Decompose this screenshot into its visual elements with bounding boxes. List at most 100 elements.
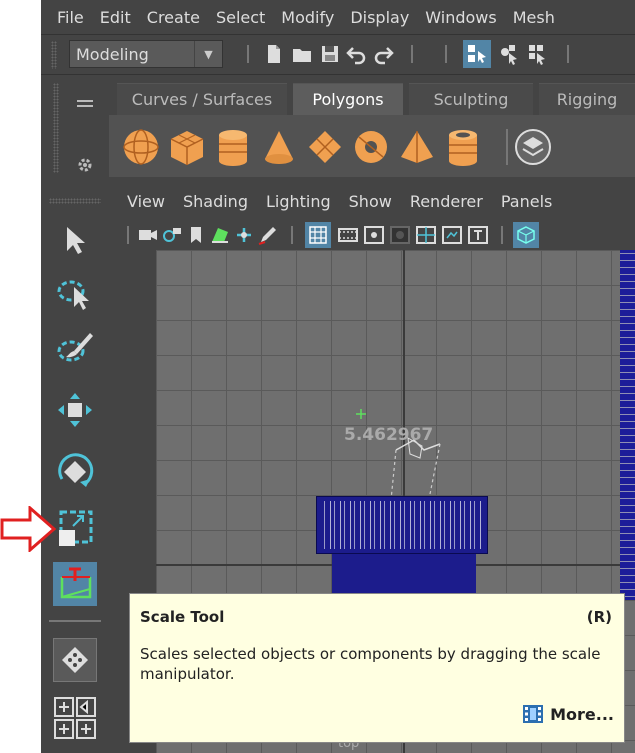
gear-icon[interactable] (77, 157, 93, 173)
save-icon[interactable] (319, 43, 341, 65)
divider-icon (501, 226, 503, 244)
poly-sphere-icon[interactable] (121, 127, 161, 167)
divider-icon (127, 226, 129, 244)
camera-icon[interactable] (137, 224, 159, 246)
mode-selector[interactable]: Modeling ▼ (69, 40, 223, 68)
poly-pipe-icon[interactable] (443, 127, 483, 167)
poly-pyramid-icon[interactable] (397, 127, 437, 167)
quick-layout-button[interactable] (53, 638, 97, 682)
menu-file[interactable]: File (41, 8, 92, 27)
vp-menu-view[interactable]: View (113, 192, 174, 211)
mesh-object-base[interactable] (332, 554, 476, 594)
move-tool-button[interactable] (53, 388, 97, 432)
scale-tool-tooltip: Scale Tool (R) Scales selected objects o… (129, 593, 625, 743)
divider-icon (567, 45, 569, 63)
grid-toggle-button[interactable] (305, 222, 331, 248)
bookmark-icon[interactable] (185, 224, 207, 246)
polygons-shelf (109, 115, 635, 177)
red-arrow-indicator-icon (0, 506, 56, 552)
shelf-side-controls (71, 83, 99, 173)
poly-torus-icon[interactable] (351, 127, 391, 167)
divider-icon (411, 45, 413, 63)
toolbox (41, 184, 109, 753)
2d-pan-zoom-icon[interactable] (233, 224, 255, 246)
poly-cylinder-icon[interactable] (213, 127, 253, 167)
shelf-grip[interactable] (53, 83, 59, 173)
tooltip-description: Scales selected objects or components by… (140, 645, 601, 683)
select-component-icon[interactable] (527, 43, 549, 65)
poly-cone-icon[interactable] (259, 127, 299, 167)
tweak-tool-icon (60, 567, 92, 599)
tooltip-title: Scale Tool (140, 608, 225, 626)
toolbar-grip[interactable] (51, 41, 57, 69)
image-plane-icon[interactable] (209, 224, 231, 246)
menu-mesh[interactable]: Mesh (505, 8, 563, 27)
camera-attributes-icon[interactable] (161, 224, 183, 246)
undo-icon[interactable] (345, 43, 367, 65)
arrow-cursor-icon (67, 227, 85, 254)
poly-plane-icon[interactable] (305, 127, 345, 167)
vp-menu-renderer[interactable]: Renderer (401, 192, 492, 211)
shelf-area: Curves / Surfaces Polygons Sculpting Rig… (41, 74, 635, 180)
tooltip-shortcut: (R) (586, 608, 612, 626)
tooltip-more-link[interactable]: More... (522, 704, 614, 724)
safe-action-icon[interactable] (441, 224, 463, 246)
isolate-select-button[interactable] (513, 222, 539, 248)
toolbox-divider (49, 620, 101, 622)
tab-rigging[interactable]: Rigging (539, 83, 635, 115)
grid-icon (309, 226, 327, 244)
poly-cube-icon[interactable] (167, 127, 207, 167)
open-folder-icon[interactable] (291, 43, 313, 65)
scale-icon (59, 510, 93, 546)
divider-icon (247, 45, 249, 63)
menu-edit[interactable]: Edit (92, 8, 139, 27)
viewport-menubar: View Shading Lighting Show Renderer Pane… (113, 184, 635, 218)
tab-polygons[interactable]: Polygons (293, 83, 403, 115)
redo-icon[interactable] (373, 43, 395, 65)
main-menubar: File Edit Create Select Modify Display W… (41, 0, 635, 34)
chevron-down-icon: ▼ (194, 41, 222, 67)
menu-select[interactable]: Select (208, 8, 273, 27)
new-scene-icon[interactable] (263, 43, 285, 65)
viewport-toolbar (113, 220, 635, 250)
rotate-tool-button[interactable] (53, 450, 97, 494)
vp-menu-shading[interactable]: Shading (174, 192, 257, 211)
grease-pencil-icon[interactable] (257, 224, 279, 246)
layout-grid-icon (62, 647, 88, 673)
paint-select-tool-button[interactable] (53, 326, 97, 370)
vp-menu-lighting[interactable]: Lighting (257, 192, 340, 211)
layout-panes-button[interactable] (53, 696, 97, 740)
menu-display[interactable]: Display (342, 8, 417, 27)
field-chart-icon[interactable] (415, 224, 437, 246)
menu-create[interactable]: Create (139, 8, 208, 27)
film-strip-icon (523, 705, 544, 723)
gate-mask-icon[interactable] (389, 224, 411, 246)
safe-title-icon[interactable] (467, 224, 489, 246)
menu-windows[interactable]: Windows (417, 8, 504, 27)
tab-sculpting[interactable]: Sculpting (409, 83, 533, 115)
rotate-icon (58, 453, 94, 487)
combine-icon[interactable] (513, 127, 553, 167)
last-tool-button[interactable] (53, 562, 97, 606)
scale-tool-button[interactable] (53, 506, 97, 550)
vp-menu-panels[interactable]: Panels (492, 192, 562, 211)
mode-selector-label: Modeling (76, 44, 149, 64)
select-object-icon[interactable] (499, 43, 521, 65)
tab-curves-surfaces[interactable]: Curves / Surfaces (117, 83, 287, 115)
divider-icon (291, 226, 293, 244)
mesh-object-top[interactable] (316, 496, 488, 554)
paint-brush-icon (57, 333, 93, 362)
menu-lines-icon[interactable] (77, 99, 93, 111)
resolution-gate-icon[interactable] (363, 224, 385, 246)
status-line: Modeling ▼ (41, 34, 635, 74)
isolate-cube-icon (517, 226, 535, 244)
divider-icon (445, 45, 447, 63)
select-tool-button[interactable] (53, 218, 97, 262)
manipulator-value-readout: 5.462967 (344, 425, 434, 445)
menu-modify[interactable]: Modify (273, 8, 342, 27)
lasso-tool-button[interactable] (53, 272, 97, 316)
vp-menu-show[interactable]: Show (340, 192, 401, 211)
toolbox-grip[interactable] (49, 198, 101, 204)
film-gate-icon[interactable] (337, 224, 359, 246)
select-hierarchy-button[interactable] (463, 40, 491, 68)
